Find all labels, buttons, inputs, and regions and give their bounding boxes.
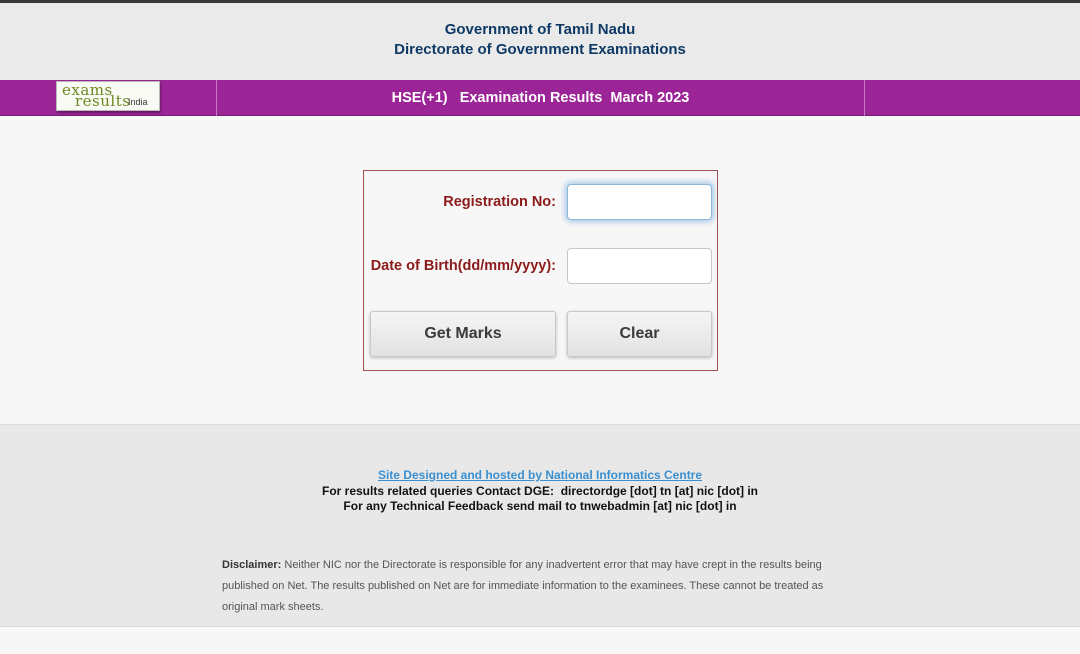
date-of-birth-label: Date of Birth(dd/mm/yyyy): — [370, 258, 556, 274]
clear-button[interactable]: Clear — [567, 311, 712, 357]
get-marks-button[interactable]: Get Marks — [370, 311, 556, 357]
site-header: Government of Tamil Nadu Directorate of … — [0, 3, 1080, 80]
registration-number-label: Registration No: — [443, 194, 556, 210]
logo-word-results: results — [75, 92, 131, 110]
band-divider-right — [864, 80, 865, 116]
registration-number-input[interactable] — [567, 184, 712, 220]
disclaimer-text: Neither NIC nor the Directorate is respo… — [222, 559, 824, 613]
date-of-birth-input[interactable] — [567, 248, 712, 284]
results-form: Registration No: Date of Birth(dd/mm/yyy… — [363, 170, 718, 371]
nic-credit-link[interactable]: Site Designed and hosted by National Inf… — [0, 468, 1080, 482]
dge-contact-text: For results related queries Contact DGE:… — [321, 484, 759, 498]
title-band: exams results India HSE(+1) Examination … — [0, 80, 1080, 116]
exams-results-india-logo[interactable]: exams results India — [56, 81, 160, 111]
site-footer: Site Designed and hosted by National Inf… — [0, 424, 1080, 627]
logo-word-india: India — [128, 97, 148, 107]
examination-results-title: HSE(+1) Examination Results March 2023 — [391, 90, 690, 106]
header-directorate-title: Directorate of Government Examinations — [394, 41, 686, 58]
technical-feedback-text: For any Technical Feedback send mail to … — [343, 499, 737, 513]
disclaimer-heading: Disclaimer: — [222, 559, 282, 571]
page-bottom — [0, 627, 1080, 654]
header-government-title: Government of Tamil Nadu — [444, 21, 636, 38]
disclaimer: Disclaimer: Neither NIC nor the Director… — [222, 555, 842, 618]
